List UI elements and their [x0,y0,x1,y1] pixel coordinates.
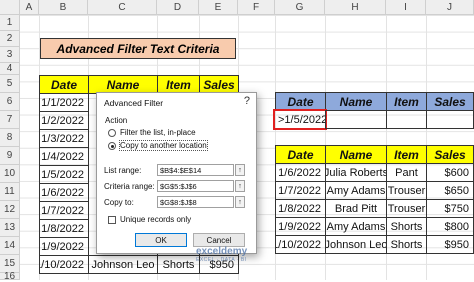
row-header-13[interactable]: 13 [0,219,20,237]
column-header-h[interactable]: H [325,0,386,15]
result-item-cell[interactable]: Trouser [386,181,427,200]
column-header-b[interactable]: B [39,0,88,15]
list-range-collapse-icon[interactable]: ↑ [235,164,245,176]
main-date-cell[interactable]: 1/7/2022 [39,201,89,220]
unique-records-checkbox[interactable] [108,216,116,224]
copy-to-label: Copy to: [104,198,134,207]
main-date-cell[interactable]: 1/4/2022 [39,147,89,166]
copy-to-input[interactable]: $G$8:$J$8 [157,196,234,208]
dialog-title: Advanced Filter [104,98,164,108]
result-date-cell[interactable]: 1/7/2022 [275,181,326,200]
main-name-cell[interactable]: Johnson Leo [88,255,158,274]
filter-in-place-radio[interactable] [108,129,116,137]
result-item-cell[interactable]: Pant [386,163,427,182]
result-sales-cell[interactable]: $600 [426,163,474,182]
row-header-14[interactable]: 14 [0,237,20,255]
criteria-sales-cell[interactable] [426,110,474,129]
result-name-cell[interactable]: Julia Roberts [325,163,387,182]
result-name-cell[interactable]: Amy Adams [325,181,387,200]
row-header-10[interactable]: 10 [0,165,20,183]
row-header-7[interactable]: 7 [0,111,20,129]
ok-button[interactable]: OK [135,233,187,247]
row-header-2[interactable]: 2 [0,31,20,47]
result-sales-cell[interactable]: $650 [426,181,474,200]
row-header-16[interactable]: 16 [0,271,20,282]
column-header-f[interactable]: F [238,0,275,15]
result-sales-cell[interactable]: $950 [426,235,474,254]
criteria-header-name: Name [325,92,387,111]
result-name-cell[interactable]: Amy Adams [325,217,387,236]
cancel-button[interactable]: Cancel [193,233,245,247]
row-header-6[interactable]: 6 [0,93,20,111]
main-date-cell[interactable]: 1/10/2022 [39,255,89,274]
result-header-item: Item [386,145,427,164]
result-item-cell[interactable]: Trouser [386,199,427,218]
column-header-g[interactable]: G [275,0,325,15]
main-date-cell[interactable]: 1/3/2022 [39,129,89,148]
filter-in-place-label[interactable]: Filter the list, in-place [120,128,196,137]
sheet-title: Advanced Filter Text Criteria [40,38,236,59]
column-header-c[interactable]: C [88,0,157,15]
result-name-cell[interactable]: Johnson Leo [325,235,387,254]
column-header-a[interactable]: A [20,0,39,15]
unique-records-label[interactable]: Unique records only [120,215,191,224]
row-header-3[interactable]: 3 [0,47,20,63]
result-sales-cell[interactable]: $800 [426,217,474,236]
main-header-date: Date [39,75,89,94]
row-header-4[interactable]: 4 [0,63,20,75]
column-header-i[interactable]: I [386,0,426,15]
main-date-cell[interactable]: 1/9/2022 [39,237,89,256]
action-group-label: Action [105,116,128,125]
copy-to-location-radio[interactable] [108,142,116,150]
advanced-filter-dialog: Advanced Filter ? Action Filter the list… [96,92,257,254]
result-item-cell[interactable]: Shorts [386,217,427,236]
main-date-cell[interactable]: 1/6/2022 [39,183,89,202]
main-date-cell[interactable]: 1/8/2022 [39,219,89,238]
column-header-e[interactable]: E [199,0,238,15]
criteria-date-cell[interactable]: >1/5/2022 [273,109,327,130]
column-header-d[interactable]: D [157,0,199,15]
main-item-cell[interactable]: Shorts [157,255,200,274]
result-item-cell[interactable]: Shorts [386,235,427,254]
result-header-name: Name [325,145,387,164]
criteria-range-label: Criteria range: [104,182,155,191]
copy-to-location-label[interactable]: Copy to another location [119,140,208,151]
main-date-cell[interactable]: 1/1/2022 [39,93,89,112]
result-name-cell[interactable]: Brad Pitt [325,199,387,218]
criteria-header-item: Item [386,92,427,111]
criteria-range-collapse-icon[interactable]: ↑ [235,180,245,192]
main-date-cell[interactable]: 1/5/2022 [39,165,89,184]
row-header-8[interactable]: 8 [0,129,20,147]
result-date-cell[interactable]: 1/10/2022 [275,235,326,254]
result-date-cell[interactable]: 1/6/2022 [275,163,326,182]
row-header-9[interactable]: 9 [0,147,20,165]
help-icon[interactable]: ? [244,95,250,107]
row-header-5[interactable]: 5 [0,75,20,93]
list-range-label: List range: [104,166,142,175]
main-date-cell[interactable]: 1/2/2022 [39,111,89,130]
column-header-j[interactable]: J [426,0,474,15]
result-header-date: Date [275,145,326,164]
exceldemy-watermark: exceldemy EXCEL · DATA · BI [196,246,247,263]
row-header-11[interactable]: 11 [0,183,20,201]
watermark-name: exceldemy [196,246,248,257]
criteria-range-input[interactable]: $G$5:$J$6 [157,180,234,192]
result-date-cell[interactable]: 1/9/2022 [275,217,326,236]
copy-to-collapse-icon[interactable]: ↑ [235,196,245,208]
result-date-cell[interactable]: 1/8/2022 [275,199,326,218]
criteria-header-sales: Sales [426,92,474,111]
row-header-1[interactable]: 1 [0,15,20,31]
result-header-sales: Sales [426,145,474,164]
list-range-input[interactable]: $B$4:$E$14 [157,164,234,176]
criteria-name-cell[interactable] [325,110,387,129]
select-all-corner[interactable] [0,0,20,15]
criteria-item-cell[interactable] [386,110,427,129]
result-sales-cell[interactable]: $750 [426,199,474,218]
row-header-12[interactable]: 12 [0,201,20,219]
watermark-tag: EXCEL · DATA · BI [196,257,247,263]
